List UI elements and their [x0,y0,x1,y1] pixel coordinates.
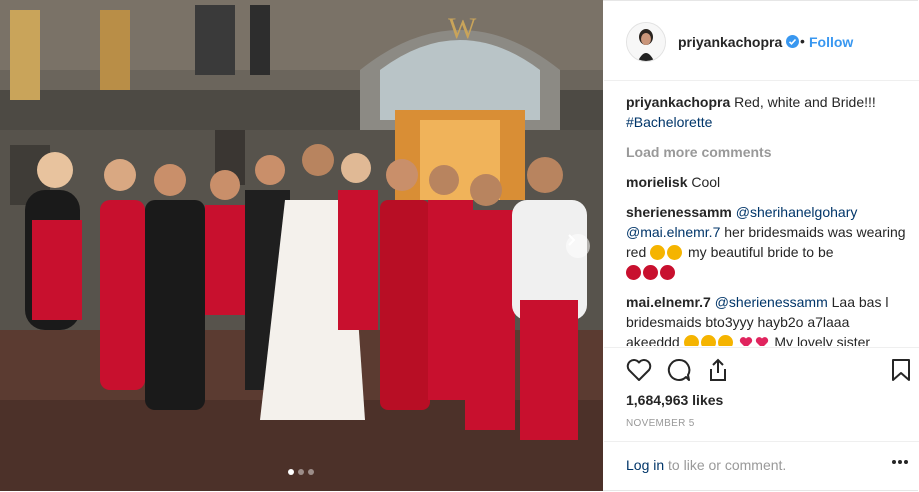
carousel-dot [298,469,304,475]
post-date[interactable]: NOVEMBER 5 [626,418,695,429]
action-bar [604,347,919,388]
comments-list: priyankachopra Red, white and Bride!!! #… [626,92,906,346]
comment-mention[interactable]: @sherienessamm [715,294,828,310]
caption-text: Red, white and Bride!!! [734,94,876,110]
heart-eyes-emoji-icon [700,335,716,346]
heart-icon[interactable] [626,358,652,382]
login-link[interactable]: Log in [626,457,664,473]
kiss-mark-emoji-icon [643,265,658,280]
red-heart-emoji-icon [739,337,752,346]
bookmark-icon[interactable] [890,358,912,382]
login-suffix: to like or comment. [664,457,787,473]
comment-username[interactable]: mai.elnemr.7 [626,294,711,310]
likes-count[interactable]: 1,684,963 likes [626,392,723,408]
comment-username[interactable]: sherienessamm [626,204,732,220]
avatar[interactable] [626,22,666,62]
load-more-comments[interactable]: Load more comments [626,142,906,162]
carousel-dot [288,469,294,475]
heart-eyes-emoji-icon [717,335,733,346]
separator-bullet: • [800,33,805,49]
kiss-mark-emoji-icon [626,265,641,280]
kiss-mark-emoji-icon [660,265,675,280]
share-icon[interactable] [706,358,730,382]
svg-text:W: W [448,12,477,45]
heart-eyes-emoji-icon [667,245,683,260]
heart-eyes-emoji-icon [683,335,699,346]
red-heart-emoji-icon [755,337,768,346]
load-more-label[interactable]: Load more comments [626,144,771,160]
photo-illustration: W [0,0,603,491]
chevron-right-icon [568,234,576,246]
comment-item: mai.elnemr.7 @sherienessamm Laa bas l br… [626,292,906,346]
post-photo[interactable]: W [0,0,603,491]
more-options-icon[interactable] [891,459,909,465]
profile-picture-icon [627,23,665,61]
comment-text: my beautiful bride to be [688,244,834,260]
verified-badge-icon [786,35,799,48]
post-username[interactable]: priyankachopra [678,34,782,50]
caption: priyankachopra Red, white and Bride!!! #… [626,92,906,132]
heart-eyes-emoji-icon [650,245,666,260]
carousel-next-button[interactable] [566,234,590,258]
comment-item: sherienessamm @sherihanelgohary @mai.eln… [626,202,906,282]
login-prompt: Log in to like or comment. [604,441,919,492]
post-header: priyankachopra • Follow [604,0,919,81]
comment-icon[interactable] [666,358,692,382]
caption-username[interactable]: priyankachopra [626,94,730,110]
carousel-dot [308,469,314,475]
comment-mention[interactable]: @sherihanelgohary [736,204,858,220]
comment-text: Cool [691,174,721,190]
comment-username[interactable]: morielisk [626,174,687,190]
comment-mention[interactable]: @mai.elnemr.7 [626,224,720,240]
follow-button[interactable]: Follow [809,34,853,50]
comment-item: morielisk Cool [626,172,906,192]
post-panel: priyankachopra • Follow priyankachopra R… [604,0,919,491]
carousel-indicator [288,469,314,475]
hashtag-link[interactable]: #Bachelorette [626,114,712,130]
login-text: Log in to like or comment. [626,457,786,473]
